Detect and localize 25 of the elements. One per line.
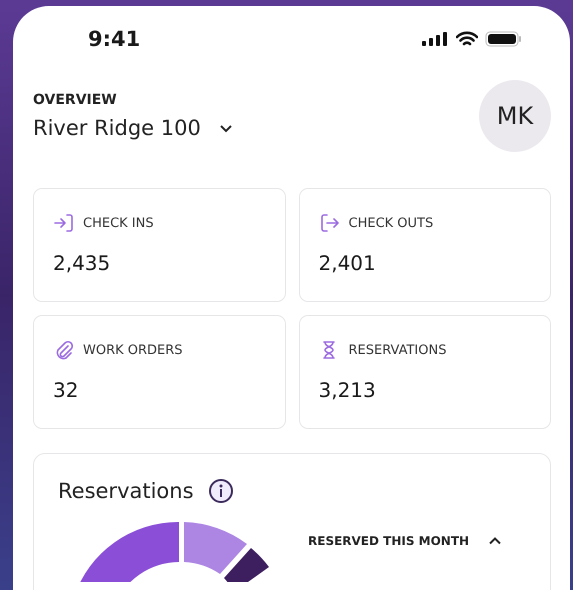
stat-label: RESERVATIONS (348, 342, 446, 358)
stat-value: 3,213 (318, 378, 377, 402)
stat-card[interactable]: RESERVATIONS 3,213 (298, 315, 551, 429)
stat-card[interactable]: CHECK OUTS 2,401 (298, 188, 551, 302)
legend-toggle[interactable]: RESERVED THIS MONTH (308, 534, 502, 548)
signal-icon (422, 32, 449, 46)
stat-label: CHECK INS (83, 216, 154, 230)
chevron-down-icon (218, 124, 233, 132)
stat-value: 2,435 (53, 251, 112, 275)
section-label: OVERVIEW (33, 92, 118, 108)
user-avatar[interactable]: MK (479, 80, 551, 152)
stat-value: 2,401 (318, 251, 377, 275)
status-time: 9:41 (88, 27, 140, 51)
stat-label: CHECK OUTS (348, 216, 434, 230)
property-selector[interactable]: River Ridge 100 (33, 116, 233, 140)
logout-icon (318, 213, 338, 233)
card-title: Reservations (58, 479, 194, 503)
wifi-icon (456, 31, 478, 47)
stat-value: 32 (53, 378, 80, 402)
login-icon (53, 213, 73, 233)
stat-card[interactable]: WORK ORDERS 32 (33, 315, 286, 429)
battery-icon (485, 31, 523, 47)
stat-label: WORK ORDERS (83, 342, 183, 358)
stat-card[interactable]: CHECK INS 2,435 (33, 188, 286, 302)
info-icon[interactable] (208, 478, 234, 504)
